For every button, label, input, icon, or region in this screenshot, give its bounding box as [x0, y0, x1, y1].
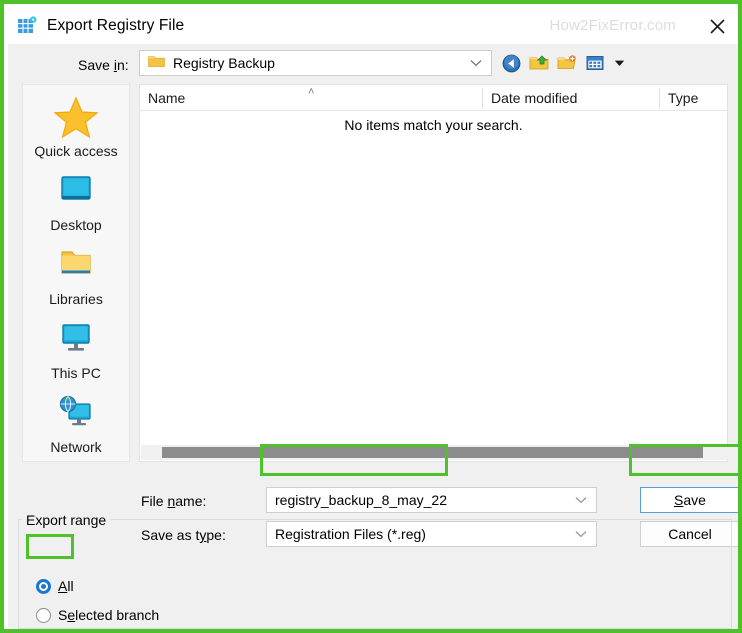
sidebar-item-network[interactable]: Network [23, 389, 129, 455]
column-header-date-modified[interactable]: Date modified [483, 85, 659, 111]
horizontal-scrollbar[interactable] [141, 445, 728, 460]
window-title: Export Registry File [47, 17, 185, 34]
caret-down-icon[interactable] [612, 52, 626, 74]
network-globe-icon [23, 389, 129, 437]
save-in-value: Registry Backup [173, 55, 275, 71]
file-name-input[interactable]: registry_backup_8_may_22 [266, 487, 597, 513]
sidebar-item-label: Desktop [50, 217, 102, 233]
sidebar-item-label: Quick access [34, 143, 118, 159]
save-button[interactable]: Save [640, 487, 738, 513]
file-name-label: File name: [141, 493, 207, 509]
sidebar-item-quick-access[interactable]: Quick access [23, 93, 129, 159]
radio-selected-icon [36, 578, 51, 594]
export-range-selected-branch-radio[interactable]: Selected branch [36, 607, 159, 623]
sidebar-item-label: Network [50, 439, 102, 455]
empty-list-message: No items match your search. [344, 117, 523, 133]
export-range-title: Export range [22, 512, 111, 528]
column-header-type[interactable]: Type [660, 85, 727, 111]
close-icon[interactable] [692, 8, 738, 44]
export-range-all-radio[interactable]: All [36, 578, 74, 594]
watermark-text: How2FixError.com [549, 17, 676, 34]
dialog-body: Save in: Registry Backup Quick access De… [8, 44, 738, 629]
export-registry-file-dialog: Export Registry File How2FixError.com Sa… [0, 0, 742, 633]
new-folder-icon[interactable] [556, 52, 578, 74]
sidebar-item-label: This PC [51, 365, 101, 381]
sidebar-item-this-pc[interactable]: This PC [23, 315, 129, 381]
column-header-name[interactable]: Name ˄ [140, 85, 482, 111]
sort-ascending-caret-icon: ˄ [308, 86, 315, 98]
file-name-value: registry_backup_8_may_22 [275, 492, 447, 508]
folder-icon [23, 241, 129, 289]
save-in-row: Save in: Registry Backup [8, 48, 738, 82]
export-range-all-label: All [58, 578, 74, 594]
save-in-label: Save in: [78, 57, 129, 73]
title-bar: Export Registry File How2FixError.com [8, 8, 738, 44]
registry-editor-icon [16, 15, 38, 37]
chevron-down-icon[interactable] [575, 491, 587, 509]
export-range-selected-branch-label: Selected branch [58, 607, 160, 623]
save-in-dropdown[interactable]: Registry Backup [139, 50, 492, 76]
scrollbar-thumb[interactable] [162, 447, 703, 458]
chevron-down-icon [470, 54, 482, 72]
file-list-header: Name ˄ Date modified Type [140, 85, 727, 111]
folder-icon [148, 54, 165, 73]
star-icon [23, 93, 129, 141]
places-sidebar: Quick access Desktop Libraries This PC N… [22, 84, 130, 462]
sidebar-item-libraries[interactable]: Libraries [23, 241, 129, 307]
radio-unselected-icon [36, 607, 51, 623]
views-grid-icon[interactable] [584, 52, 606, 74]
file-list[interactable]: Name ˄ Date modified Type No items match… [139, 84, 728, 462]
this-pc-monitor-icon [23, 315, 129, 363]
sidebar-item-label: Libraries [49, 291, 103, 307]
up-folder-icon[interactable] [528, 52, 550, 74]
desktop-monitor-icon [23, 167, 129, 215]
back-arrow-icon[interactable] [500, 52, 522, 74]
sidebar-item-desktop[interactable]: Desktop [23, 167, 129, 233]
navigation-toolbar [500, 50, 626, 76]
